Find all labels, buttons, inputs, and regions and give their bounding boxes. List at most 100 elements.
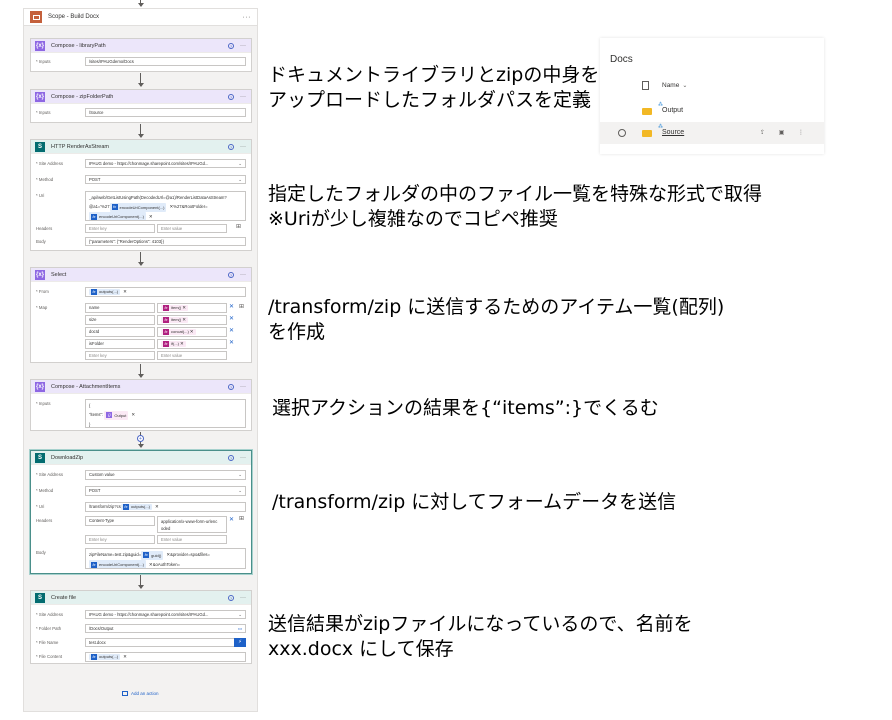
list-item[interactable]: ⁂ Source ⇪ ▣ ⋮ — [600, 122, 824, 144]
uri-field[interactable]: _api/web/GetListUsingPath(DecodedUrl=@a1… — [85, 191, 246, 221]
remove-token-icon[interactable]: ✕ — [182, 317, 186, 323]
remove-token-icon[interactable]: ✕ — [131, 412, 135, 417]
card-header[interactable]: S DownloadZip ? ··· — [31, 451, 251, 465]
remove-token-icon[interactable]: ✕ — [180, 341, 184, 347]
card-header[interactable]: {x} Compose - AttachmentItems ? ··· — [31, 380, 251, 394]
dynamic-content-icon[interactable]: ⚡ — [234, 638, 246, 647]
switch-to-text-icon[interactable]: ⊞ — [239, 303, 244, 310]
remove-token-icon[interactable]: ✕ — [123, 654, 127, 659]
delete-row-icon[interactable]: ✕ — [229, 315, 234, 322]
map-value-field[interactable]: fx if(...) ✕ — [157, 339, 227, 349]
card-compose-zipfolderpath[interactable]: {x} Compose - zipFolderPath ? ··· * Inpu… — [30, 89, 252, 123]
more-options-icon[interactable]: ··· — [240, 595, 246, 601]
scope-header[interactable]: Scope - Build Docx ··· — [23, 8, 258, 26]
header-value-input[interactable]: Enter value — [157, 224, 227, 233]
map-value-field[interactable]: fx item() ✕ — [157, 315, 227, 325]
help-icon[interactable]: ? — [228, 93, 234, 100]
header-key-input[interactable]: Enter key — [85, 224, 155, 233]
item-name[interactable]: Output — [662, 107, 683, 114]
switch-to-text-icon[interactable]: ⊞ — [236, 223, 241, 230]
delete-row-icon[interactable]: ✕ — [229, 516, 234, 523]
card-create-file[interactable]: S Create file ? ··· * Site Address IPAUG… — [30, 590, 252, 664]
help-icon[interactable]: ? — [228, 383, 234, 390]
card-header[interactable]: S Create file ? ··· — [31, 591, 251, 605]
site-address-dropdown[interactable]: Custom value ⌄ — [85, 470, 246, 480]
header-value-input[interactable]: Enter value — [157, 535, 227, 544]
remove-token-icon[interactable]: ✕ — [155, 504, 159, 509]
site-address-dropdown[interactable]: IPAUG demo - https://chonmage.sharepoint… — [85, 159, 246, 168]
header-value-input[interactable]: application/x-www-form-urlenc oded — [157, 516, 227, 533]
more-options-icon[interactable]: ··· — [240, 144, 246, 150]
inputs-field[interactable]: { "items": {} Output ✕ } — [85, 399, 246, 428]
row-actions[interactable]: ⇪ ▣ ⋮ — [760, 129, 810, 136]
delete-row-icon[interactable]: ✕ — [229, 327, 234, 334]
insert-step-icon[interactable]: + — [137, 435, 144, 442]
map-value-field[interactable]: fx concat(...) ✕ — [157, 327, 227, 337]
map-value-field[interactable]: fx item() ✕ — [157, 303, 227, 313]
delete-row-icon[interactable]: ✕ — [229, 339, 234, 346]
folder-path-field[interactable]: /Docs/Output ▭ — [85, 624, 246, 633]
body-field[interactable]: zipFileName=test.zip&guid= fx guid() ✕&prov… — [85, 548, 246, 569]
list-item[interactable]: ⁂ Output — [600, 100, 824, 122]
help-icon[interactable]: ? — [228, 271, 234, 278]
method-dropdown[interactable]: POST ⌄ — [85, 486, 246, 496]
expression-token[interactable]: fx item() ✕ — [161, 305, 189, 311]
help-icon[interactable]: ? — [228, 143, 234, 150]
add-action-button[interactable]: Add an action — [122, 691, 159, 696]
more-options-icon[interactable]: ··· — [240, 272, 246, 278]
expression-token[interactable]: fx item() ✕ — [161, 317, 189, 323]
map-key-input[interactable]: docId — [85, 327, 155, 337]
site-address-dropdown[interactable]: IPAUG demo - https://chonmage.sharepoint… — [85, 610, 246, 619]
method-dropdown[interactable]: POST ⌄ — [85, 175, 246, 184]
item-name[interactable]: Source — [662, 129, 684, 136]
expression-token[interactable]: fx encodeUriComponent(...) — [109, 202, 167, 212]
from-field[interactable]: fx outputs(...) ✕ — [85, 287, 246, 297]
expression-token[interactable]: fx guid() — [141, 550, 164, 560]
name-column-header[interactable]: Name ⌄ — [662, 82, 687, 89]
body-field[interactable]: {"parameters": {"RenderOptions": 4103}} — [85, 237, 246, 246]
help-icon[interactable]: ? — [228, 594, 234, 601]
card-http-renderasstream[interactable]: S HTTP RenderAsStream ? ··· * Site Addre… — [30, 139, 252, 251]
remove-token-icon[interactable]: ✕ — [123, 289, 127, 294]
map-key-input[interactable]: isFolder — [85, 339, 155, 349]
card-downloadzip[interactable]: S DownloadZip ? ··· * Site Address Custo… — [30, 450, 252, 574]
more-options-icon[interactable]: ··· — [240, 384, 246, 390]
expression-token[interactable]: fx outputs(...) — [89, 289, 121, 295]
map-key-input[interactable]: Enter key — [85, 351, 155, 360]
map-key-input[interactable]: size — [85, 315, 155, 325]
card-header[interactable]: {x} Compose - libraryPath ? ··· — [31, 39, 251, 53]
remove-token-icon[interactable]: ✕ — [182, 305, 186, 311]
folder-picker-icon[interactable]: ▭ — [238, 626, 242, 632]
expression-token[interactable]: fx encodeUriComponent(...) — [89, 560, 146, 568]
expression-token[interactable]: fx if(...) ✕ — [161, 341, 186, 347]
card-header[interactable]: {x} Compose - zipFolderPath ? ··· — [31, 90, 251, 104]
remove-token-icon[interactable]: ✕ — [149, 214, 153, 219]
more-options-icon[interactable]: ··· — [240, 43, 246, 49]
uri-field[interactable]: /transform/zip?cs fx outputs(...) ✕ — [85, 502, 246, 512]
switch-to-text-icon[interactable]: ⊞ — [239, 515, 244, 522]
dynamic-content-token[interactable]: {} Output — [104, 410, 129, 420]
card-compose-attachmentitems[interactable]: {x} Compose - AttachmentItems ? ··· * In… — [30, 379, 252, 431]
header-key-input[interactable]: Content-Type — [85, 516, 155, 526]
delete-row-icon[interactable]: ✕ — [229, 303, 234, 310]
inputs-field[interactable]: /sites/IPAUGdemo/Docs — [85, 57, 246, 66]
expression-token[interactable]: fx encodeUriComponent(...) — [89, 212, 146, 220]
card-header[interactable]: S HTTP RenderAsStream ? ··· — [31, 140, 251, 154]
more-options-icon[interactable]: ··· — [240, 455, 246, 461]
expression-token[interactable]: fx outputs(...) — [89, 654, 121, 660]
map-value-input[interactable]: Enter value — [157, 351, 227, 360]
file-name-field[interactable]: test.docx — [85, 638, 235, 647]
header-key-input[interactable]: Enter key — [85, 535, 155, 544]
expression-token[interactable]: fx outputs(...) — [120, 504, 153, 510]
card-select[interactable]: {x} Select ? ··· * From fx outputs(...) ✕ … — [30, 267, 252, 363]
help-icon[interactable]: ? — [228, 454, 234, 461]
more-options-icon[interactable]: ··· — [243, 14, 252, 21]
card-compose-librarypath[interactable]: {x} Compose - libraryPath ? ··· * Inputs… — [30, 38, 252, 72]
more-options-icon[interactable]: ··· — [240, 94, 246, 100]
card-header[interactable]: {x} Select ? ··· — [31, 268, 251, 282]
help-icon[interactable]: ? — [228, 42, 234, 49]
inputs-field[interactable]: /Source — [85, 108, 246, 117]
select-radio[interactable] — [618, 129, 626, 137]
expression-token[interactable]: fx concat(...) ✕ — [161, 329, 196, 335]
map-key-input[interactable]: name — [85, 303, 155, 313]
